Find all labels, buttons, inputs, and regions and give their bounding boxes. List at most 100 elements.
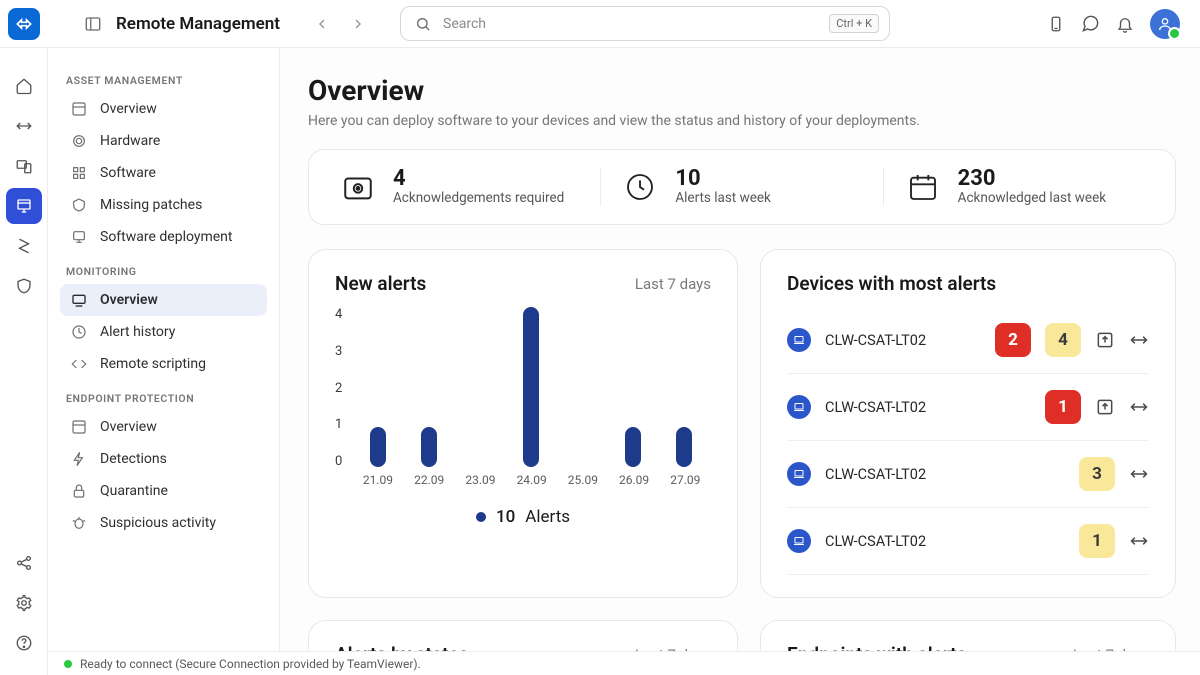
rail-share[interactable] bbox=[6, 545, 42, 581]
rail-management[interactable] bbox=[6, 188, 42, 224]
search-icon bbox=[415, 16, 431, 32]
export-icon[interactable] bbox=[1095, 330, 1115, 350]
nav-label: Missing patches bbox=[100, 197, 202, 213]
dashboard-icon bbox=[70, 419, 88, 435]
card-range: Last 7 days bbox=[635, 275, 711, 293]
rail-help[interactable] bbox=[6, 625, 42, 661]
nav-endpoint-overview[interactable]: Overview bbox=[60, 411, 267, 443]
nav-quarantine[interactable]: Quarantine bbox=[60, 475, 267, 507]
bell-icon[interactable] bbox=[1116, 15, 1134, 33]
search-kbd-hint: Ctrl + K bbox=[829, 14, 879, 33]
laptop-icon bbox=[787, 395, 811, 419]
nav-asset-overview[interactable]: Overview bbox=[60, 93, 267, 125]
alert-badge-critical: 1 bbox=[1045, 390, 1081, 424]
search-input[interactable] bbox=[443, 16, 817, 32]
panel-toggle-icon[interactable] bbox=[84, 15, 102, 33]
swap-icon[interactable] bbox=[1129, 397, 1149, 417]
nav-label: Detections bbox=[100, 451, 167, 467]
legend-label: Alerts bbox=[525, 507, 570, 527]
x-tick: 23.09 bbox=[465, 473, 495, 487]
rail-settings[interactable] bbox=[6, 585, 42, 621]
nav-suspicious-activity[interactable]: Suspicious activity bbox=[60, 507, 267, 539]
rail-security[interactable] bbox=[6, 268, 42, 304]
nav-forward-button[interactable] bbox=[344, 10, 372, 38]
device-name: CLW-CSAT-LT02 bbox=[825, 399, 926, 416]
calendar-icon bbox=[904, 168, 942, 206]
rail-workflows[interactable] bbox=[6, 228, 42, 264]
swap-icon[interactable] bbox=[1129, 464, 1149, 484]
x-tick: 27.09 bbox=[670, 473, 700, 487]
nav-detections[interactable]: Detections bbox=[60, 443, 267, 475]
export-icon[interactable] bbox=[1095, 397, 1115, 417]
x-tick: 24.09 bbox=[517, 473, 547, 487]
nav-back-button[interactable] bbox=[308, 10, 336, 38]
stat-label: Alerts last week bbox=[675, 190, 771, 206]
stat-bar: 4Acknowledgements required 10Alerts last… bbox=[308, 149, 1176, 225]
avatar[interactable] bbox=[1150, 9, 1180, 39]
chart-bar bbox=[676, 427, 692, 467]
card-title: Endpoints with alerts bbox=[787, 643, 966, 651]
new-alerts-card: New alerts Last 7 days 43210 21.0922.092… bbox=[308, 249, 738, 598]
legend-dot-icon bbox=[476, 512, 486, 522]
nav-group-asset: ASSET MANAGEMENT bbox=[66, 74, 261, 87]
stat-label: Acknowledged last week bbox=[958, 190, 1106, 206]
chart-bar bbox=[523, 307, 539, 467]
rail-transfer[interactable] bbox=[6, 108, 42, 144]
stat-num: 4 bbox=[393, 168, 564, 190]
nav-monitoring-overview[interactable]: Overview bbox=[60, 284, 267, 316]
side-nav: ASSET MANAGEMENT Overview Hardware Softw… bbox=[48, 48, 280, 651]
legend-count: 10 bbox=[496, 507, 515, 527]
rail-devices[interactable] bbox=[6, 148, 42, 184]
nav-label: Quarantine bbox=[100, 483, 168, 499]
x-tick: 26.09 bbox=[619, 473, 649, 487]
chat-icon[interactable] bbox=[1081, 14, 1100, 33]
deploy-icon bbox=[70, 229, 88, 245]
ack-required-icon bbox=[339, 168, 377, 206]
laptop-icon bbox=[787, 328, 811, 352]
alert-badge-warning: 1 bbox=[1079, 524, 1115, 558]
x-tick: 25.09 bbox=[568, 473, 598, 487]
nav-label: Software deployment bbox=[100, 229, 233, 245]
alert-badge-warning: 4 bbox=[1045, 323, 1081, 357]
stat-num: 230 bbox=[958, 168, 1106, 190]
rail-home[interactable] bbox=[6, 68, 42, 104]
lock-icon bbox=[70, 483, 88, 499]
nav-missing-patches[interactable]: Missing patches bbox=[60, 189, 267, 221]
card-title: New alerts bbox=[335, 272, 426, 295]
patch-icon bbox=[70, 197, 88, 213]
alerts-chart: 43210 21.0922.0923.0924.0925.0926.0927.0… bbox=[335, 307, 711, 487]
apps-icon bbox=[70, 165, 88, 181]
main-subheading: Here you can deploy software to your dev… bbox=[308, 113, 1176, 129]
alert-badge-warning: 3 bbox=[1079, 457, 1115, 491]
code-icon bbox=[70, 356, 88, 372]
swap-icon[interactable] bbox=[1129, 531, 1149, 551]
nav-software[interactable]: Software bbox=[60, 157, 267, 189]
app-logo[interactable] bbox=[8, 8, 40, 40]
device-name: CLW-CSAT-LT02 bbox=[825, 332, 926, 349]
device-icon[interactable] bbox=[1047, 15, 1065, 33]
x-tick: 22.09 bbox=[414, 473, 444, 487]
chip-icon bbox=[70, 133, 88, 149]
device-name: CLW-CSAT-LT02 bbox=[825, 466, 926, 483]
x-tick: 21.09 bbox=[363, 473, 393, 487]
status-text: Ready to connect (Secure Connection prov… bbox=[80, 657, 421, 671]
stat-label: Acknowledgements required bbox=[393, 190, 564, 206]
bug-icon bbox=[70, 515, 88, 531]
nav-software-deployment[interactable]: Software deployment bbox=[60, 221, 267, 253]
nav-label: Overview bbox=[100, 101, 157, 117]
search-field[interactable]: Ctrl + K bbox=[400, 6, 890, 41]
device-row: CLW-CSAT-LT02 1 bbox=[787, 508, 1149, 575]
chart-bar bbox=[370, 427, 386, 467]
nav-label: Alert history bbox=[100, 324, 175, 340]
nav-alert-history[interactable]: Alert history bbox=[60, 316, 267, 348]
nav-hardware[interactable]: Hardware bbox=[60, 125, 267, 157]
device-row: CLW-CSAT-LT02 3 bbox=[787, 441, 1149, 508]
nav-label: Overview bbox=[100, 419, 157, 435]
chart-bar bbox=[421, 427, 437, 467]
swap-icon[interactable] bbox=[1129, 330, 1149, 350]
device-row: CLW-CSAT-LT02 1 bbox=[787, 374, 1149, 441]
alert-badge-critical: 2 bbox=[995, 323, 1031, 357]
nav-remote-scripting[interactable]: Remote scripting bbox=[60, 348, 267, 380]
main-heading: Overview bbox=[308, 74, 1176, 107]
page-title: Remote Management bbox=[116, 14, 280, 34]
